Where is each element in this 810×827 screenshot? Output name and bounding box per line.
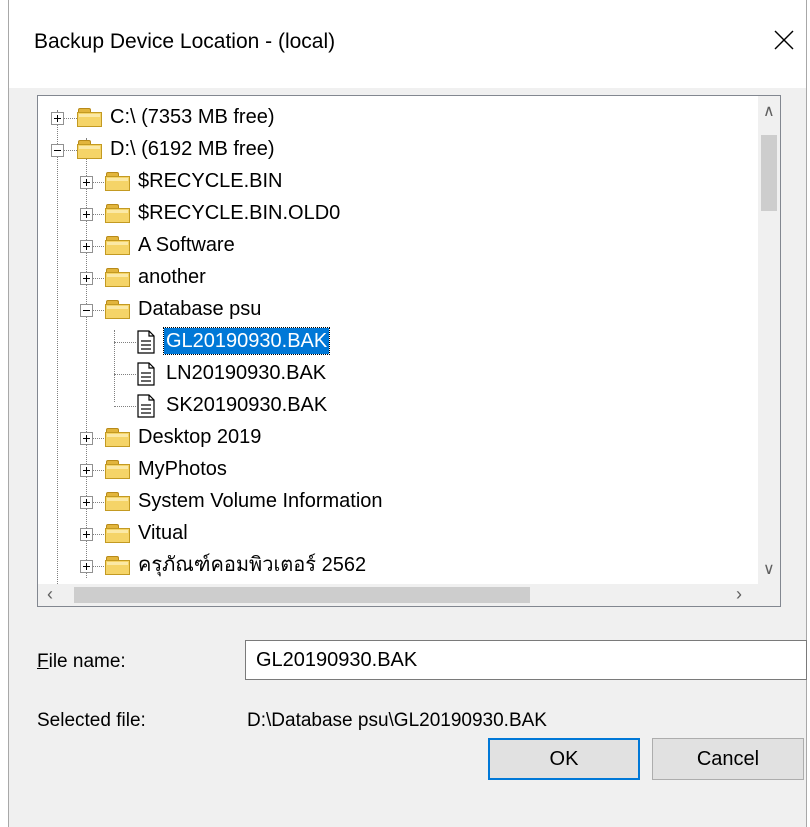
tree-item-label: ครุภัณฑ์คอมพิวเตอร์ 2562 xyxy=(138,554,367,576)
tree-item-label: $RECYCLE.BIN xyxy=(138,170,283,192)
window-border-left xyxy=(0,0,9,827)
folder-icon xyxy=(104,426,132,448)
vertical-scrollbar[interactable]: ∧ ∨ xyxy=(758,96,780,584)
document-icon xyxy=(137,362,155,386)
tree-item-folder[interactable]: $RECYCLE.BIN.OLD0 xyxy=(38,197,758,229)
file-name-input[interactable] xyxy=(245,640,807,680)
tree-item-file-selected[interactable]: GL20190930.BAK xyxy=(38,325,758,357)
scroll-corner xyxy=(758,584,780,606)
tree-item-label: System Volume Information xyxy=(138,490,383,512)
document-icon xyxy=(137,330,155,354)
scroll-left-icon[interactable]: ‹ xyxy=(47,585,53,603)
tree-item-label: SK20190930.BAK xyxy=(166,394,328,416)
tree-item-label: LN20190930.BAK xyxy=(166,362,327,384)
expand-icon[interactable] xyxy=(80,528,93,541)
selected-file-label: Selected file: xyxy=(37,710,146,731)
tree-item-label: another xyxy=(138,266,206,288)
tree-item-drive-d[interactable]: D:\ (6192 MB free) xyxy=(38,133,758,165)
folder-icon xyxy=(76,106,104,128)
folder-icon xyxy=(104,266,132,288)
tree-item-file[interactable]: SK20190930.BAK xyxy=(38,389,758,421)
expand-icon[interactable] xyxy=(80,464,93,477)
collapse-icon[interactable] xyxy=(51,144,64,157)
folder-icon xyxy=(76,138,104,160)
close-button[interactable] xyxy=(760,18,806,64)
tree-item-label: MyPhotos xyxy=(138,458,227,480)
expand-icon[interactable] xyxy=(51,112,64,125)
tree-item-folder[interactable]: Database psu xyxy=(38,293,758,325)
tree-item-folder[interactable]: ครุภัณฑ์คอมพิวเตอร์ 2562 xyxy=(38,549,758,581)
tree-item-folder[interactable]: MyPhotos xyxy=(38,453,758,485)
folder-icon xyxy=(104,554,132,576)
tree-item-drive-c[interactable]: C:\ (7353 MB free) xyxy=(38,101,758,133)
scroll-down-icon[interactable]: ∨ xyxy=(763,562,775,578)
folder-icon xyxy=(104,522,132,544)
tree-item-label: C:\ (7353 MB free) xyxy=(110,106,275,128)
horizontal-scrollbar[interactable]: ‹ › xyxy=(38,584,758,606)
folder-icon xyxy=(104,170,132,192)
tree-item-file[interactable]: LN20190930.BAK xyxy=(38,357,758,389)
document-icon xyxy=(137,394,155,418)
folder-tree[interactable]: C:\ (7353 MB free) D:\ (6192 MB free) $R… xyxy=(37,95,781,607)
expand-icon[interactable] xyxy=(80,496,93,509)
tree-item-folder[interactable]: Desktop 2019 xyxy=(38,421,758,453)
tree-item-label: A Software xyxy=(138,234,235,256)
tree-item-label: Vitual xyxy=(138,522,188,544)
folder-icon xyxy=(104,202,132,224)
folder-icon xyxy=(104,234,132,256)
ok-button[interactable]: OK xyxy=(488,738,640,780)
tree-item-label: D:\ (6192 MB free) xyxy=(110,138,275,160)
scroll-right-icon[interactable]: › xyxy=(736,585,742,603)
horizontal-scroll-thumb[interactable] xyxy=(74,587,530,603)
expand-icon[interactable] xyxy=(80,208,93,221)
scroll-up-icon[interactable]: ∧ xyxy=(763,104,775,120)
tree-item-folder[interactable]: A Software xyxy=(38,229,758,261)
selected-file-path: D:\Database psu\GL20190930.BAK xyxy=(247,710,547,731)
tree-item-folder[interactable]: Vitual xyxy=(38,517,758,549)
expand-icon[interactable] xyxy=(80,432,93,445)
tree-content: C:\ (7353 MB free) D:\ (6192 MB free) $R… xyxy=(38,96,758,584)
expand-icon[interactable] xyxy=(80,176,93,189)
dialog-body: C:\ (7353 MB free) D:\ (6192 MB free) $R… xyxy=(9,88,807,827)
expand-icon[interactable] xyxy=(80,560,93,573)
tree-item-folder[interactable]: another xyxy=(38,261,758,293)
folder-icon xyxy=(104,298,132,320)
tree-item-folder[interactable]: $RECYCLE.BIN xyxy=(38,165,758,197)
title-bar: Backup Device Location - (local) xyxy=(9,0,806,88)
tree-item-label: GL20190930.BAK xyxy=(162,327,331,355)
expand-icon[interactable] xyxy=(80,240,93,253)
tree-item-folder[interactable]: System Volume Information xyxy=(38,485,758,517)
close-icon xyxy=(774,30,794,50)
tree-item-label: $RECYCLE.BIN.OLD0 xyxy=(138,202,341,224)
tree-item-label: Desktop 2019 xyxy=(138,426,262,448)
vertical-scroll-thumb[interactable] xyxy=(761,135,777,211)
window-title: Backup Device Location - (local) xyxy=(34,30,336,53)
tree-item-label: Database psu xyxy=(138,298,262,320)
folder-icon xyxy=(104,490,132,512)
cancel-button[interactable]: Cancel xyxy=(652,738,804,780)
file-name-label: File name: xyxy=(37,651,126,672)
folder-icon xyxy=(104,458,132,480)
window-border-right xyxy=(806,0,810,827)
expand-icon[interactable] xyxy=(80,272,93,285)
collapse-icon[interactable] xyxy=(80,304,93,317)
